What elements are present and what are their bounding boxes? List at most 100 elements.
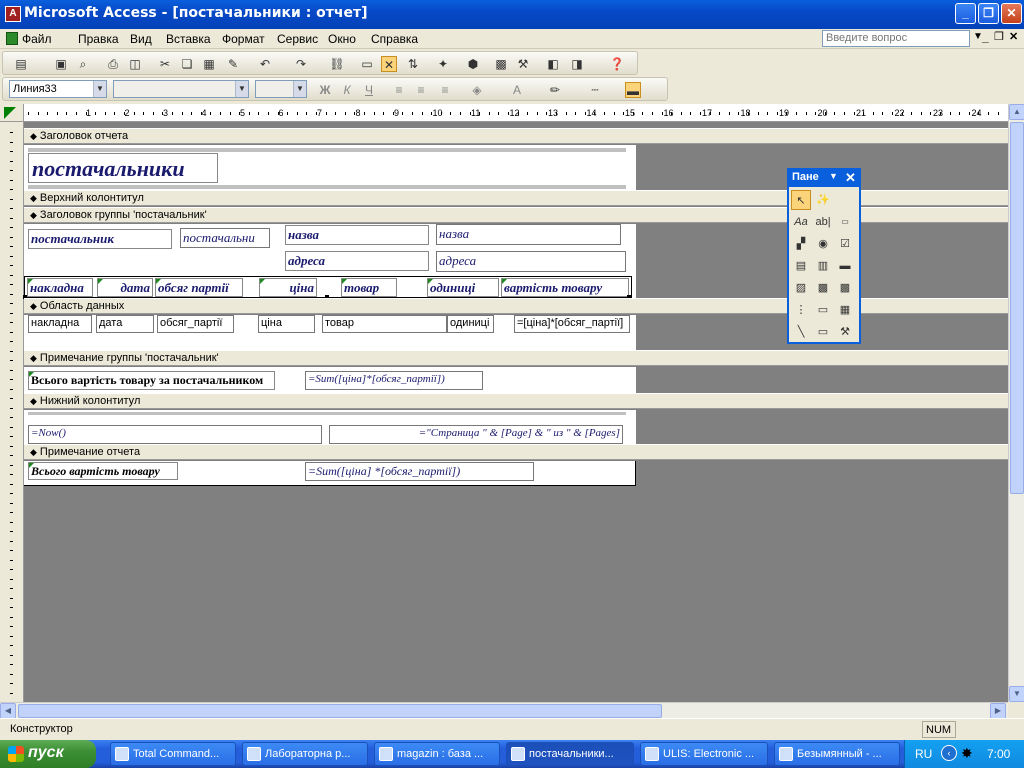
font-size-select[interactable]: ▼ [255,80,307,98]
align-right-icon[interactable]: ≡ [437,82,453,98]
menu-window[interactable]: Окно [328,32,356,46]
checkbox-tool-icon[interactable]: ☑ [835,234,855,254]
redo-icon[interactable]: ↷ [293,56,309,72]
cut-icon[interactable]: ✂ [157,56,173,72]
report-title-label[interactable]: постачальники [28,153,218,183]
group-total-label[interactable]: Всього вартість товару за постачальником [28,371,275,390]
scroll-up-icon[interactable]: ▲ [1009,104,1024,120]
line-color-icon[interactable]: ✏ [547,82,563,98]
sorting-icon[interactable]: ⇅ [405,56,421,72]
taskbar-item-ulis[interactable]: ULIS: Electronic ... [640,742,768,766]
scroll-down-icon[interactable]: ▼ [1009,686,1024,702]
autoformat-icon[interactable]: ✦ [435,56,451,72]
detail-nakladna-field[interactable]: накладна [28,315,92,333]
option-group-icon[interactable]: ▭ [835,212,855,232]
line-width-icon[interactable]: ┄ [587,82,603,98]
select-objects-icon[interactable]: ↖ [791,190,811,210]
nazva-field[interactable]: назва [436,224,621,245]
detail-tsina-field[interactable]: ціна [258,315,315,333]
scroll-right-icon[interactable]: ▶ [990,703,1006,719]
subform-icon[interactable]: ▦ [835,300,855,320]
adresa-field[interactable]: адреса [436,251,626,272]
view-icon[interactable]: ▤ [13,56,29,72]
section-page-footer[interactable]: ◆ Нижний колонтитул [24,393,1008,409]
tray-expand-icon[interactable]: ‹ [941,745,957,761]
undo-icon[interactable]: ↶ [257,56,273,72]
format-painter-icon[interactable]: ✎ [225,56,241,72]
group-sum-field[interactable]: =Sum([ціна]*[обсяг_партії]) [305,371,483,390]
properties-icon[interactable]: ▩ [493,56,509,72]
align-center-icon[interactable]: ≡ [413,82,429,98]
bold-button[interactable]: Ж [317,82,333,98]
toolbox-menu-icon[interactable]: ▼ [829,171,838,181]
now-field[interactable]: =Now() [28,425,322,444]
help-icon[interactable]: ❓ [609,56,625,72]
postach-label[interactable]: постачальник [28,229,172,249]
image-tool-icon[interactable]: ▨ [791,278,811,298]
taskbar-item-total-commander[interactable]: Total Command... [110,742,236,766]
tray-app-icon[interactable]: ✸ [961,745,973,762]
vertical-scroll-thumb[interactable] [1010,122,1024,494]
taskbar-item-word[interactable]: Лабораторна р... [242,742,368,766]
listbox-tool-icon[interactable]: ▥ [813,256,833,276]
preview-icon[interactable]: ◫ [127,56,143,72]
toolbox-icon[interactable]: ✕ [381,56,397,72]
page-number-field[interactable]: ="Страница " & [Page] & " из " & [Pages] [329,425,623,444]
menu-help[interactable]: Справка [371,32,418,46]
code-icon[interactable]: ⬢ [465,56,481,72]
search-icon[interactable]: ⌕ [75,56,91,72]
menu-edit[interactable]: Правка [78,32,119,46]
doc-restore-icon[interactable]: ❐ [994,30,1004,43]
taskbar-item-paint[interactable]: Безымянный - ... [774,742,900,766]
print-icon[interactable]: ⎙ [105,56,121,72]
taskbar-item-postachalnyky[interactable]: постачальники... [506,742,634,766]
unbound-frame-icon[interactable]: ▩ [813,278,833,298]
special-effect-icon[interactable]: ▬ [625,82,641,98]
paste-icon[interactable]: ▦ [201,56,217,72]
section-report-header[interactable]: ◆ Заголовок отчета [24,128,1008,144]
detail-obsyag-field[interactable]: обсяг_партії [157,315,234,333]
report-total-label[interactable]: Всього вартість товару [28,462,178,480]
menu-insert[interactable]: Вставка [166,32,211,46]
start-button[interactable]: пуск [0,740,96,768]
close-button[interactable]: ✕ [1001,3,1022,24]
copy-icon[interactable]: ❏ [179,56,195,72]
fill-color-icon[interactable]: ◈ [469,82,485,98]
taskbar-item-magazin[interactable]: magazin : база ... [374,742,500,766]
detail-odynytsi-field[interactable]: одиниці [447,315,494,333]
col-tsina[interactable]: ціна [259,278,317,297]
col-obsyag[interactable]: обсяг партії [155,278,243,297]
scroll-left-icon[interactable]: ◀ [0,703,16,719]
object-select[interactable]: Линия33 ▼ [9,80,107,98]
field-list-icon[interactable]: ▭ [359,56,375,72]
menu-view[interactable]: Вид [130,32,152,46]
col-vartist[interactable]: вартість товару [501,278,629,297]
bound-frame-icon[interactable]: ▩ [835,278,855,298]
nazva-label[interactable]: назва [285,225,429,245]
restore-button[interactable]: ❐ [978,3,999,24]
report-selector[interactable] [0,104,24,122]
access-app-icon[interactable]: A [5,6,21,22]
option-button-icon[interactable]: ◉ [813,234,833,254]
hyperlink-icon[interactable]: ⛓ [329,56,345,72]
database-window-icon[interactable]: ◧ [545,56,561,72]
label-tool-icon[interactable]: Aa [791,212,811,232]
vertical-scrollbar[interactable]: ▲ ▼ [1008,104,1024,702]
toggle-button-icon[interactable]: ▞ [791,234,811,254]
more-controls-icon[interactable]: ⚒ [835,322,855,342]
help-question-input[interactable]: Введите вопрос [822,30,970,47]
postach-field[interactable]: постачальни [180,228,270,248]
col-data[interactable]: дата [97,278,153,297]
language-indicator[interactable]: RU [915,747,932,761]
save-icon[interactable]: ▣ [53,56,69,72]
rectangle-tool-icon[interactable]: ▭ [813,322,833,342]
col-odynytsi[interactable]: одиниці [427,278,499,297]
combobox-tool-icon[interactable]: ▤ [791,256,811,276]
minimize-button[interactable]: _ [955,3,976,24]
report-sum-field[interactable]: =Sum([ціна] *[обсяг_партії]) [305,462,534,481]
toolbox-close-icon[interactable]: ✕ [845,170,856,186]
detail-expr-field[interactable]: =[ціна]*[обсяг_партії] [514,315,630,333]
menu-format[interactable]: Формат [222,32,265,46]
menu-tools[interactable]: Сервис [277,32,318,46]
menu-app-icon[interactable] [6,32,18,45]
